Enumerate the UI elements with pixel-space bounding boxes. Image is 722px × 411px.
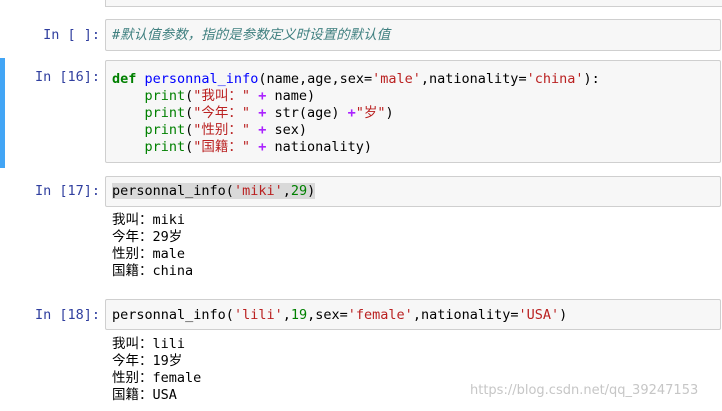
keyword-argument: nationality= <box>420 307 519 323</box>
string-literal: "今年：" <box>193 105 251 121</box>
output-line: 今年：29岁 <box>112 229 183 245</box>
code-rest: sex) <box>274 122 307 138</box>
argument-string: 'lili' <box>233 307 283 323</box>
argument-string: 'female' <box>347 307 413 323</box>
watermark-text: https://blog.csdn.net/qq_39247153 <box>470 383 699 398</box>
keyword-argument: sex= <box>315 307 348 323</box>
cell-prompt: In [ ]: <box>43 27 100 43</box>
output-line: 性别：male <box>112 246 186 262</box>
cell-output: 我叫：miki 今年：29岁 性别：male 国籍：china <box>112 212 193 280</box>
builtin-print: print <box>144 88 186 104</box>
cell-input[interactable]: personnal_info('miki',29) <box>105 176 721 207</box>
cell-prompt: In [18]: <box>34 307 100 323</box>
builtin-print: print <box>144 122 186 138</box>
notebook-cell-def[interactable]: In [16]: def personnal_info(name,age,sex… <box>0 58 722 168</box>
function-call-name: personnal_info <box>112 307 226 323</box>
string-literal: "我叫：" <box>193 88 251 104</box>
keyword-def: def <box>112 71 137 87</box>
code-line-print: print("我叫：" + name) <box>112 88 714 105</box>
highlighted-call: personnal_info('miki',29) <box>112 183 316 199</box>
cell-input[interactable]: def personnal_info(name,age,sex='male',n… <box>105 60 721 163</box>
output-line: 我叫：lili <box>112 336 186 352</box>
code-rest: str(age) <box>274 105 348 121</box>
code-line-call: personnal_info('miki',29) <box>112 183 714 200</box>
output-line: 我叫：miki <box>112 212 186 228</box>
paren: ) <box>385 105 394 121</box>
cell-output: 我叫：lili 今年：19岁 性别：female 国籍：USA <box>112 336 201 404</box>
params-part: ): <box>583 71 600 87</box>
params-part: ,nationality= <box>420 71 527 87</box>
notebook-cell-comment[interactable]: In [ ]: #默认值参数，指的是参数定义时设置的默认值 <box>0 18 722 52</box>
operator: + <box>250 139 275 155</box>
function-call-name: personnal_info <box>112 183 226 199</box>
code-line-print: print("国籍：" + nationality) <box>112 139 714 156</box>
params-part: (name,age,sex= <box>258 71 373 87</box>
default-sex-value: 'male' <box>372 71 421 87</box>
string-literal: "国籍：" <box>193 139 251 155</box>
operator: + <box>250 88 275 104</box>
output-line: 今年：19岁 <box>112 353 183 369</box>
code-line-call: personnal_info('lili',19,sex='female',na… <box>112 307 568 323</box>
builtin-print: print <box>144 139 186 155</box>
builtin-print: print <box>144 105 186 121</box>
previous-cell-input[interactable] <box>105 0 722 7</box>
cell-input[interactable]: personnal_info('lili',19,sex='female',na… <box>105 299 721 330</box>
code-rest: nationality) <box>274 139 372 155</box>
string-literal: "性别：" <box>193 122 251 138</box>
string-literal: "岁" <box>355 105 386 121</box>
argument-string: 'miki' <box>233 183 283 199</box>
notebook-cell-call-miki[interactable]: In [17]: personnal_info('miki',29) 我叫：mi… <box>0 175 722 287</box>
code-line-print: print("今年：" + str(age) +"岁") <box>112 105 714 122</box>
output-line: 国籍：USA <box>112 387 177 403</box>
operator: + <box>250 105 275 121</box>
cell-prompt: In [16]: <box>34 69 100 85</box>
function-name: personnal_info <box>144 71 259 87</box>
code-comment: #默认值参数，指的是参数定义时设置的默认值 <box>112 27 391 43</box>
operator: + <box>347 105 356 121</box>
output-line: 国籍：china <box>112 263 194 279</box>
argument-string: 'USA' <box>518 307 560 323</box>
code-rest: name) <box>274 88 316 104</box>
argument-number: 29 <box>290 183 308 199</box>
cell-input[interactable]: #默认值参数，指的是参数定义时设置的默认值 <box>105 19 721 51</box>
code-line-def: def personnal_info(name,age,sex='male',n… <box>112 71 714 88</box>
argument-number: 19 <box>290 307 308 323</box>
code-line-print: print("性别：" + sex) <box>112 122 714 139</box>
output-line: 性别：female <box>112 370 202 386</box>
cell-prompt: In [17]: <box>34 183 100 199</box>
operator: + <box>250 122 275 138</box>
default-nationality-value: 'china' <box>526 71 584 87</box>
